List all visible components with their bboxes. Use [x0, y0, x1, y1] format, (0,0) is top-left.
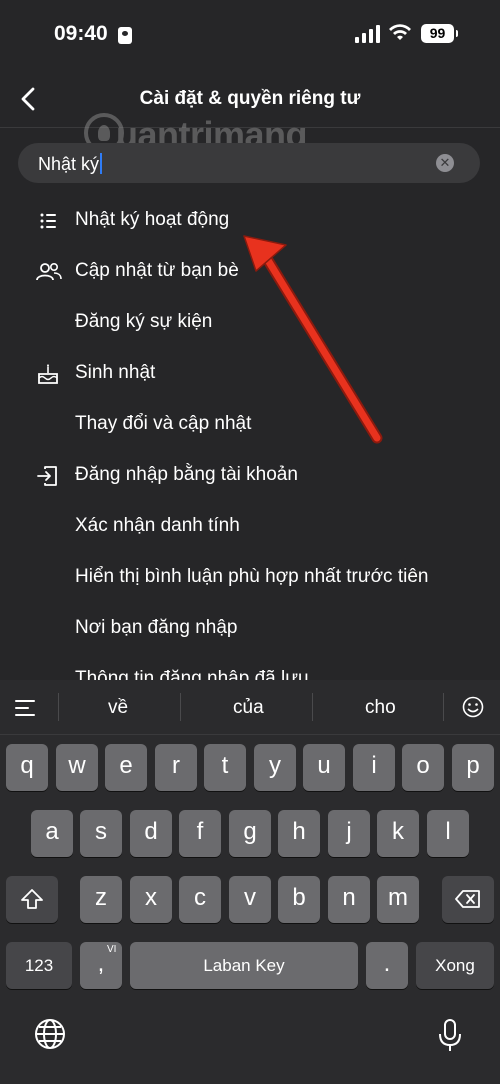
key-r[interactable]: r	[155, 744, 197, 791]
status-bar: 09:40 99	[0, 0, 500, 70]
key-j[interactable]: j	[328, 810, 370, 857]
result-saved-login-info[interactable]: Thông tin đăng nhập đã lưu	[0, 655, 500, 680]
key-m[interactable]: m	[377, 876, 419, 923]
login-icon	[37, 466, 57, 486]
key-z[interactable]: z	[80, 876, 122, 923]
search-input[interactable]: Nhật ký ✕	[18, 143, 480, 183]
key-l[interactable]: l	[427, 810, 469, 857]
key-s[interactable]: s	[80, 810, 122, 857]
cellular-signal-icon	[355, 25, 381, 43]
result-login-with-account[interactable]: Đăng nhập bằng tài khoản	[0, 451, 500, 502]
result-label: Đăng ký sự kiện	[75, 311, 213, 332]
key-h[interactable]: h	[278, 810, 320, 857]
backspace-icon	[455, 890, 480, 908]
result-where-logged-in[interactable]: Nơi bạn đăng nhập	[0, 604, 500, 655]
key-f[interactable]: f	[179, 810, 221, 857]
list-icon	[40, 213, 56, 229]
key-t[interactable]: t	[204, 744, 246, 791]
wifi-icon	[389, 24, 411, 40]
key-g[interactable]: g	[229, 810, 271, 857]
status-time: 09:40	[54, 22, 108, 45]
result-label: Nơi bạn đăng nhập	[75, 617, 238, 638]
suggestion-1[interactable]: về	[108, 697, 128, 719]
suggestion-divider	[180, 693, 181, 721]
key-a[interactable]: a	[31, 810, 73, 857]
result-activity-log[interactable]: Nhật ký hoạt động	[0, 196, 500, 247]
contact-card-icon	[118, 27, 132, 44]
result-label: Đăng nhập bằng tài khoản	[75, 464, 298, 485]
key-b[interactable]: b	[278, 876, 320, 923]
result-label: Thay đổi và cập nhật	[75, 413, 252, 434]
comma-key-label: ,	[97, 950, 105, 977]
key-n[interactable]: n	[328, 876, 370, 923]
friends-icon	[36, 262, 62, 281]
key-e[interactable]: e	[105, 744, 147, 791]
suggestion-divider	[443, 693, 444, 721]
numbers-key[interactable]: 123	[6, 942, 72, 989]
keyboard: về của cho q w e r t y u i o p a s d f g…	[0, 680, 500, 1084]
result-friend-updates[interactable]: Cập nhật từ bạn bè	[0, 247, 500, 298]
suggestion-3[interactable]: cho	[365, 697, 396, 719]
emoji-icon[interactable]	[462, 696, 484, 718]
result-label: Nhật ký hoạt động	[75, 209, 230, 230]
done-key[interactable]: Xong	[416, 942, 494, 989]
key-x[interactable]: x	[130, 876, 172, 923]
result-label: Hiển thị bình luận phù hợp nhất trước ti…	[75, 566, 429, 587]
key-w[interactable]: w	[56, 744, 98, 791]
delete-key[interactable]	[442, 876, 494, 923]
suggestion-divider	[312, 693, 313, 721]
result-event-registration[interactable]: Đăng ký sự kiện	[0, 298, 500, 349]
suggestion-bar: về của cho	[0, 680, 500, 735]
search-results-list: Nhật ký hoạt động Cập nhật từ bạn bè Đăn…	[0, 196, 500, 680]
result-label: Sinh nhật	[75, 362, 156, 383]
shift-key[interactable]	[6, 876, 58, 923]
key-y[interactable]: y	[254, 744, 296, 791]
key-k[interactable]: k	[377, 810, 419, 857]
result-label: Thông tin đăng nhập đã lưu	[75, 668, 309, 680]
clear-search-icon[interactable]: ✕	[436, 154, 454, 172]
suggestion-2[interactable]: của	[233, 697, 264, 719]
birthday-cake-icon	[38, 364, 58, 384]
result-changes-and-updates[interactable]: Thay đổi và cập nhật	[0, 400, 500, 451]
result-birthday[interactable]: Sinh nhật	[0, 349, 500, 400]
key-c[interactable]: c	[179, 876, 221, 923]
battery-icon: 99	[421, 24, 458, 43]
microphone-icon[interactable]	[437, 1018, 463, 1054]
menu-icon[interactable]	[15, 699, 37, 717]
key-p[interactable]: p	[452, 744, 494, 791]
space-key[interactable]: Laban Key	[130, 942, 358, 989]
key-q[interactable]: q	[6, 744, 48, 791]
result-label: Xác nhận danh tính	[75, 515, 240, 536]
key-u[interactable]: u	[303, 744, 345, 791]
globe-icon[interactable]	[34, 1018, 66, 1050]
key-d[interactable]: d	[130, 810, 172, 857]
period-key[interactable]: .	[366, 942, 408, 989]
search-input-value: Nhật ký	[38, 153, 103, 175]
comma-key-alt-label: VI	[107, 944, 117, 955]
key-o[interactable]: o	[402, 744, 444, 791]
key-v[interactable]: v	[229, 876, 271, 923]
comma-key[interactable]: VI ,	[80, 942, 122, 989]
text-cursor	[100, 153, 103, 174]
key-i[interactable]: i	[353, 744, 395, 791]
suggestion-divider	[58, 693, 59, 721]
page-title: Cài đặt & quyền riêng tư	[139, 88, 361, 109]
result-identity-confirmation[interactable]: Xác nhận danh tính	[0, 502, 500, 553]
result-label: Cập nhật từ bạn bè	[75, 260, 239, 281]
search-value-text: Nhật ký	[38, 154, 100, 174]
result-most-relevant-comments[interactable]: Hiển thị bình luận phù hợp nhất trước ti…	[0, 553, 500, 604]
shift-arrow-icon	[21, 889, 43, 909]
